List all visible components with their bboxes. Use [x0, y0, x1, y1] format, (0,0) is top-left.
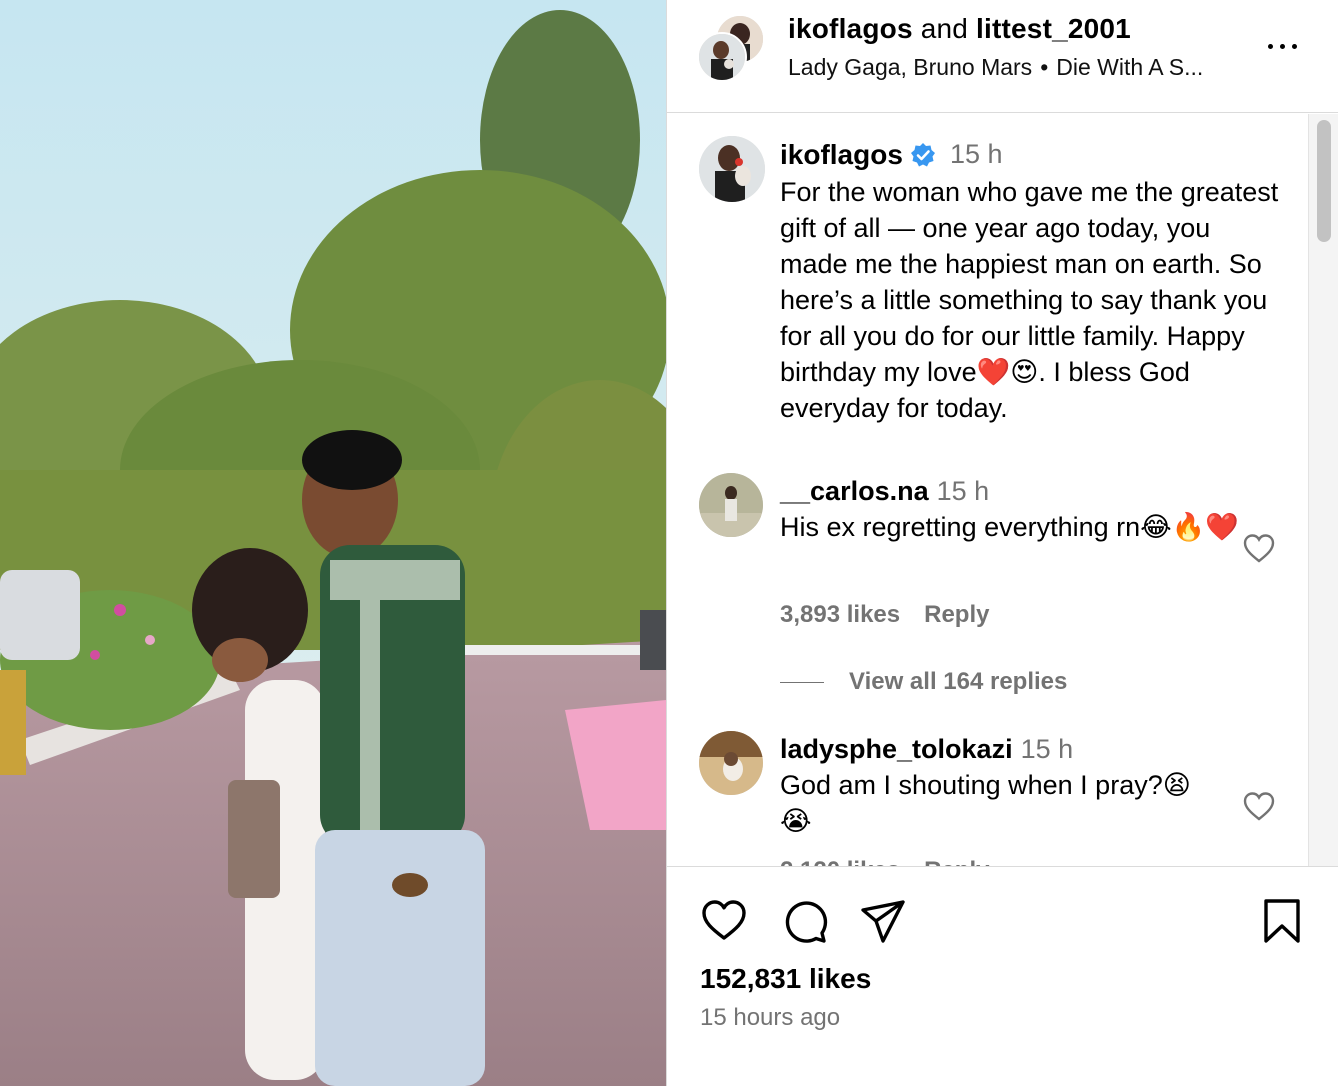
comment-icon[interactable] — [780, 897, 828, 945]
comment-likes[interactable]: 2,120 likes — [780, 857, 900, 866]
comment-header: __carlos.na 15 h — [780, 476, 989, 507]
comment-time: 15 h — [936, 476, 990, 506]
caption-text: For the woman who gave me the greatest g… — [780, 177, 1279, 423]
post-footer: 152,831 likes 15 hours ago — [667, 866, 1338, 1086]
comment-likes[interactable]: 3,893 likes — [780, 601, 900, 628]
post-timestamp[interactable]: 15 hours ago — [700, 1004, 840, 1032]
post-likes-count[interactable]: 152,831 likes — [700, 963, 871, 995]
collab-title: ikoflagos and littest_2001 — [788, 13, 1131, 45]
heart-icon[interactable] — [1242, 790, 1276, 822]
comment-avatar[interactable] — [699, 731, 763, 795]
bookmark-icon[interactable] — [1258, 897, 1306, 945]
caption-avatar[interactable] — [699, 136, 765, 202]
audio-artists[interactable]: Lady Gaga, Bruno Mars — [788, 54, 1032, 80]
comment-text: God am I shouting when I pray?😫😭 — [780, 770, 1191, 836]
reply-button[interactable]: Reply — [924, 857, 989, 866]
audio-info[interactable]: Lady Gaga, Bruno Mars • Die With A S... — [788, 54, 1203, 81]
post-details-panel: ikoflagos and littest_2001 Lady Gaga, Br… — [667, 0, 1338, 1086]
scroll-thumb[interactable] — [1317, 120, 1331, 242]
caption-username[interactable]: ikoflagos — [780, 139, 903, 171]
verified-icon — [911, 143, 935, 167]
comment-meta: 2,120 likes Reply — [780, 857, 989, 866]
post-header: ikoflagos and littest_2001 Lady Gaga, Br… — [667, 0, 1338, 113]
comment-header: ladysphe_tolokazi 15 h — [780, 734, 1073, 765]
avatar-user1[interactable] — [697, 32, 747, 82]
comments-scrollbar[interactable] — [1308, 114, 1338, 866]
share-icon[interactable] — [859, 897, 907, 945]
comment-text: His ex regretting everything rn😂🔥❤️ — [780, 512, 1239, 542]
header-username-2[interactable]: littest_2001 — [976, 13, 1131, 44]
comment-avatar[interactable] — [699, 473, 763, 537]
comment-time: 15 h — [1020, 734, 1074, 764]
more-icon[interactable] — [1266, 36, 1300, 56]
reply-button[interactable]: Reply — [924, 601, 989, 628]
collab-avatars[interactable] — [697, 14, 767, 84]
audio-separator: • — [1040, 54, 1049, 80]
post-media[interactable] — [0, 0, 666, 1086]
header-and: and — [920, 13, 969, 44]
comments-list[interactable]: ikoflagos 15 h For the woman who gave me… — [667, 114, 1307, 866]
view-replies-label: View all 164 replies — [849, 668, 1068, 695]
view-replies-button[interactable]: View all 164 replies — [780, 668, 1067, 696]
heart-icon[interactable] — [700, 897, 748, 945]
caption-time: 15 h — [950, 139, 1003, 169]
comment-username[interactable]: __carlos.na — [780, 476, 929, 506]
post-photo — [0, 0, 666, 1086]
comment-meta: 3,893 likes Reply — [780, 601, 989, 629]
audio-track[interactable]: Die With A S... — [1056, 54, 1203, 80]
replies-line — [780, 682, 824, 684]
comment-username[interactable]: ladysphe_tolokazi — [780, 734, 1013, 764]
heart-icon[interactable] — [1242, 532, 1276, 564]
header-username-1[interactable]: ikoflagos — [788, 13, 913, 44]
